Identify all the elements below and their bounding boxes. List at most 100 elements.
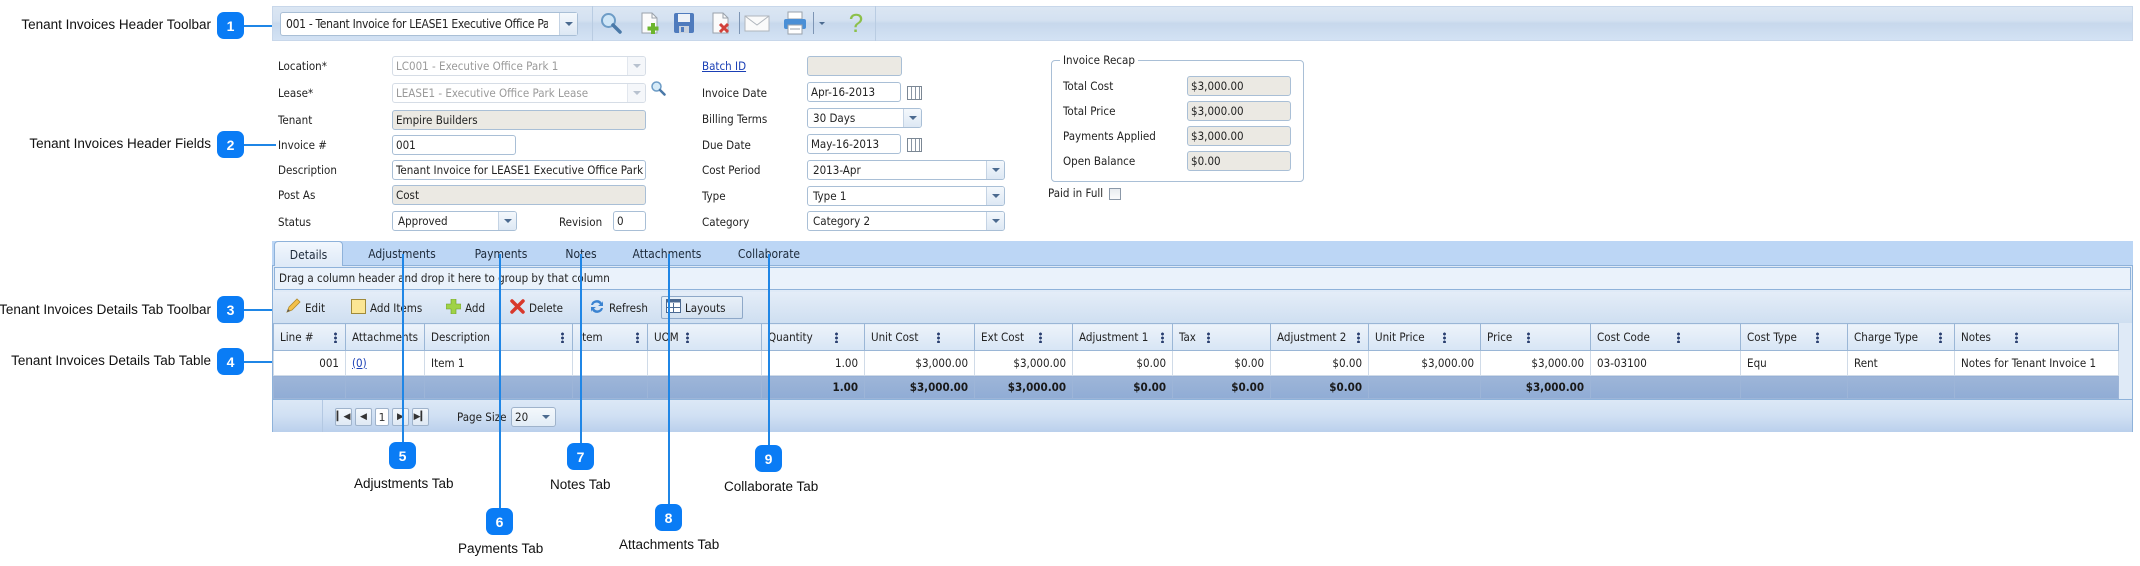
paid-in-full-checkbox[interactable] xyxy=(1109,188,1121,200)
cell-item xyxy=(572,350,649,376)
search-icon[interactable] xyxy=(598,10,624,36)
details-tab-toolbar: Edit Add Items Add Delete Refresh Layout… xyxy=(273,292,2132,323)
chevron-down-icon[interactable] xyxy=(559,13,577,35)
column-header-line-number[interactable]: Line # xyxy=(273,323,346,351)
column-menu-icon[interactable] xyxy=(835,332,839,343)
column-header-adjustment-2[interactable]: Adjustment 2 xyxy=(1270,323,1370,351)
cost-period-value: 2013-Apr xyxy=(813,163,861,177)
billing-terms-value: 30 Days xyxy=(813,111,856,125)
callout-marker-2: 2 xyxy=(217,131,244,158)
column-menu-icon[interactable] xyxy=(1039,332,1043,343)
total-price-label: Total Price xyxy=(1063,104,1116,118)
column-menu-icon[interactable] xyxy=(636,332,640,343)
group-by-panel[interactable]: Drag a column header and drop it here to… xyxy=(274,267,2131,290)
column-header-unit-price[interactable]: Unit Price xyxy=(1368,323,1482,351)
previous-page-button[interactable]: ◀ xyxy=(355,408,372,426)
column-menu-icon[interactable] xyxy=(2015,332,2019,343)
chevron-down-icon[interactable] xyxy=(986,187,1004,205)
paid-in-full-label: Paid in Full xyxy=(1048,186,1104,200)
due-date-input[interactable]: May-16-2013 xyxy=(807,134,901,154)
tab-details[interactable]: Details xyxy=(274,241,343,267)
column-header-uom[interactable]: UOM xyxy=(647,323,763,351)
layouts-button[interactable]: Layouts xyxy=(661,296,743,319)
edit-button[interactable]: Edit xyxy=(281,296,329,319)
cell-ext-cost: $3,000.00 xyxy=(974,350,1074,376)
tab-attachments[interactable]: Attachments xyxy=(617,241,717,266)
print-icon[interactable] xyxy=(782,10,808,36)
attachments-link[interactable]: (0) xyxy=(352,356,367,370)
column-header-notes[interactable]: Notes xyxy=(1954,323,2120,351)
calendar-icon[interactable] xyxy=(907,138,922,152)
type-select[interactable]: Type 1 xyxy=(807,186,1005,206)
add-items-button[interactable]: Add Items xyxy=(347,296,426,319)
save-icon[interactable] xyxy=(671,10,697,36)
due-date-label: Due Date xyxy=(702,138,751,152)
cell-notes: Notes for Tenant Invoice 1 xyxy=(1954,350,2120,376)
column-header-item[interactable]: Item xyxy=(572,323,649,351)
column-menu-icon[interactable] xyxy=(937,332,941,343)
chevron-down-icon[interactable] xyxy=(498,212,516,230)
first-page-button[interactable]: ▎◀ xyxy=(335,408,352,426)
batch-id-link[interactable]: Batch ID xyxy=(702,59,746,73)
column-menu-icon[interactable] xyxy=(1443,332,1447,343)
cost-period-select[interactable]: 2013-Apr xyxy=(807,160,1005,180)
calendar-icon[interactable] xyxy=(907,86,922,100)
invoice-number-input[interactable]: 001 xyxy=(392,135,516,155)
cell-cost-code: 03-03100 xyxy=(1590,350,1742,376)
footer-total-ext-cost: $3,000.00 xyxy=(974,375,1074,399)
column-menu-icon[interactable] xyxy=(1939,332,1943,343)
column-header-quantity[interactable]: Quantity xyxy=(761,323,866,351)
page-size-select[interactable]: 20 xyxy=(511,407,556,427)
description-input[interactable]: Tenant Invoice for LEASE1 Executive Offi… xyxy=(392,160,646,180)
column-header-charge-type[interactable]: Charge Type xyxy=(1847,323,1956,351)
category-select[interactable]: Category 2 xyxy=(807,211,1005,231)
add-button[interactable]: Add xyxy=(442,296,489,319)
column-header-adjustment-1[interactable]: Adjustment 1 xyxy=(1072,323,1174,351)
chevron-down-icon[interactable] xyxy=(986,212,1004,230)
column-menu-icon[interactable] xyxy=(1161,332,1165,343)
column-header-unit-cost[interactable]: Unit Cost xyxy=(864,323,976,351)
column-header-attachments[interactable]: Attachments xyxy=(344,323,426,351)
column-header-cost-type[interactable]: Cost Type xyxy=(1740,323,1849,351)
location-label: Location* xyxy=(278,59,327,73)
column-menu-icon[interactable] xyxy=(1207,332,1211,343)
column-menu-icon[interactable] xyxy=(1357,332,1361,343)
help-icon[interactable]: ? xyxy=(843,10,869,36)
column-header-tax[interactable]: Tax xyxy=(1172,323,1272,351)
table-row[interactable]: 001 (0) Item 1 1.00 $3,000.00 $3,000.00 … xyxy=(273,350,2120,376)
chevron-down-icon[interactable] xyxy=(986,161,1004,179)
current-page[interactable]: 1 xyxy=(375,408,389,426)
email-icon[interactable] xyxy=(744,10,770,36)
print-dropdown-icon[interactable] xyxy=(816,10,828,36)
column-menu-icon[interactable] xyxy=(1677,332,1681,343)
new-record-icon[interactable] xyxy=(637,10,663,36)
chevron-down-icon[interactable] xyxy=(903,109,921,127)
column-header-price[interactable]: Price xyxy=(1480,323,1592,351)
next-page-button[interactable]: ▶ xyxy=(392,408,409,426)
chevron-down-icon[interactable] xyxy=(537,408,555,426)
category-value: Category 2 xyxy=(813,214,871,228)
cell-line-number: 001 xyxy=(273,350,346,376)
tab-payments[interactable]: Payments xyxy=(457,241,545,266)
column-menu-icon[interactable] xyxy=(1816,332,1820,343)
invoice-date-input[interactable]: Apr-16-2013 xyxy=(807,82,901,102)
column-menu-icon[interactable] xyxy=(1527,332,1531,343)
callout-marker-7: 7 xyxy=(567,443,594,470)
last-page-button[interactable]: ▶▎ xyxy=(412,408,429,426)
revision-input[interactable]: 0 xyxy=(613,211,646,231)
delete-button[interactable]: Delete xyxy=(506,296,567,319)
column-header-ext-cost[interactable]: Ext Cost xyxy=(974,323,1074,351)
record-selector[interactable]: 001 - Tenant Invoice for LEASE1 Executiv… xyxy=(280,12,578,36)
add-items-icon xyxy=(351,298,366,317)
column-header-cost-code[interactable]: Cost Code xyxy=(1590,323,1742,351)
column-menu-icon[interactable] xyxy=(334,332,337,343)
delete-record-icon[interactable] xyxy=(708,10,734,36)
column-menu-icon[interactable] xyxy=(561,332,565,343)
cell-charge-type: Rent xyxy=(1847,350,1956,376)
total-cost-label: Total Cost xyxy=(1063,79,1114,93)
status-select[interactable]: Approved xyxy=(392,211,517,231)
billing-terms-select[interactable]: 30 Days xyxy=(807,108,922,128)
refresh-button[interactable]: Refresh xyxy=(585,296,652,319)
column-menu-icon[interactable] xyxy=(686,332,690,343)
lease-search-icon[interactable] xyxy=(650,80,666,99)
